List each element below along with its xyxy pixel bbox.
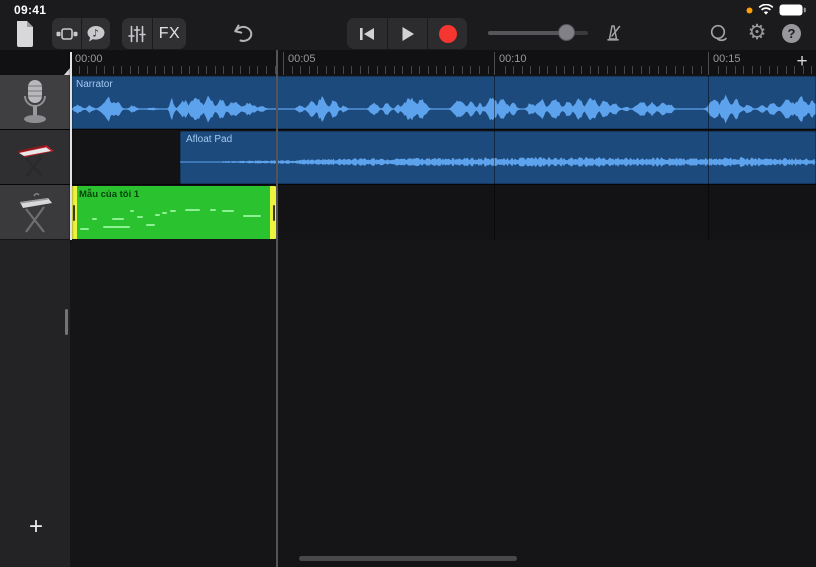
document-icon [14,20,36,48]
view-segment: ♪ [52,18,110,49]
region-my-sample-selected[interactable]: Mẫu của tôi 1 [70,186,277,239]
add-track-button[interactable]: + [24,515,48,539]
song-section-line [276,50,278,567]
undo-button[interactable] [231,22,253,44]
ruler-time-label: 00:05 [288,53,316,65]
transport-controls [347,18,467,49]
wifi-icon [758,4,774,16]
vertical-scrollbar[interactable] [65,309,68,335]
record-icon [439,25,457,43]
loop-browser-icon [709,24,731,44]
track-header-narrator[interactable] [0,75,70,129]
sound-browser-button[interactable]: ♪ [81,18,110,49]
toolbar: 09:41 [0,0,816,50]
undo-icon [231,22,253,44]
garageband-tracks-view: 09:41 [0,0,816,567]
battery-icon [779,4,806,16]
tracks-view-button[interactable] [52,18,81,49]
mixer-button[interactable] [122,18,152,49]
ruler-major-tick [708,52,709,75]
microphone-icon [15,78,55,126]
narrator-waveform [70,76,816,129]
ruler-major-tick [494,52,495,75]
region-label: Mẫu của tôi 1 [79,189,139,200]
fx-button[interactable]: FX [152,18,186,49]
mix-segment: FX [122,18,186,49]
help-label: ? [788,26,796,41]
rewind-icon [359,27,375,41]
track-header-my-sample[interactable] [0,185,70,239]
metronome-button[interactable] [603,23,623,43]
help-button[interactable]: ? [782,24,801,43]
play-icon [401,26,415,42]
timeline-ruler[interactable]: 00:00 00:05 00:10 00:15 + [0,50,816,75]
record-button[interactable] [427,18,467,49]
tracks-view-icon [56,27,78,41]
sound-browser-icon: ♪ [86,25,106,43]
svg-text:♪: ♪ [92,28,98,39]
gear-icon: ⚙ [748,20,767,44]
play-button[interactable] [387,18,427,49]
tracks-area: Narrator Afloat Pad Mẫu của tôi 1 [0,75,816,240]
rewind-button[interactable] [347,18,387,49]
horizontal-scrollbar[interactable] [299,556,517,561]
synth-keyboard-icon [12,134,58,180]
trim-notch [273,205,275,221]
track-header-afloat-pad[interactable] [0,130,70,184]
status-icons [746,4,806,16]
region-trim-handle-left[interactable] [70,186,77,239]
ruler-time-label: 00:15 [713,53,741,65]
empty-area: + [0,240,816,567]
region-narrator[interactable]: Narrator [70,76,816,129]
fx-label: FX [159,25,180,43]
status-time: 09:41 [14,3,46,17]
loop-browser-button[interactable] [709,24,729,44]
metronome-icon [603,23,623,43]
volume-knob[interactable] [558,24,575,41]
my-songs-button[interactable] [14,20,36,48]
add-bars-button[interactable]: + [792,51,812,73]
ruler-time-label: 00:10 [499,53,527,65]
keyboard-stand-icon [12,188,58,236]
mixer-faders-icon [128,25,146,43]
settings-button[interactable]: ⚙ [746,20,768,44]
master-volume-slider[interactable] [488,26,588,40]
volume-fill [488,31,566,35]
ruler-major-tick [70,52,71,75]
trim-notch [73,205,75,221]
ruler-time-label: 00:00 [75,53,103,65]
mic-in-use-indicator [746,7,753,14]
ruler-major-tick [283,52,284,75]
